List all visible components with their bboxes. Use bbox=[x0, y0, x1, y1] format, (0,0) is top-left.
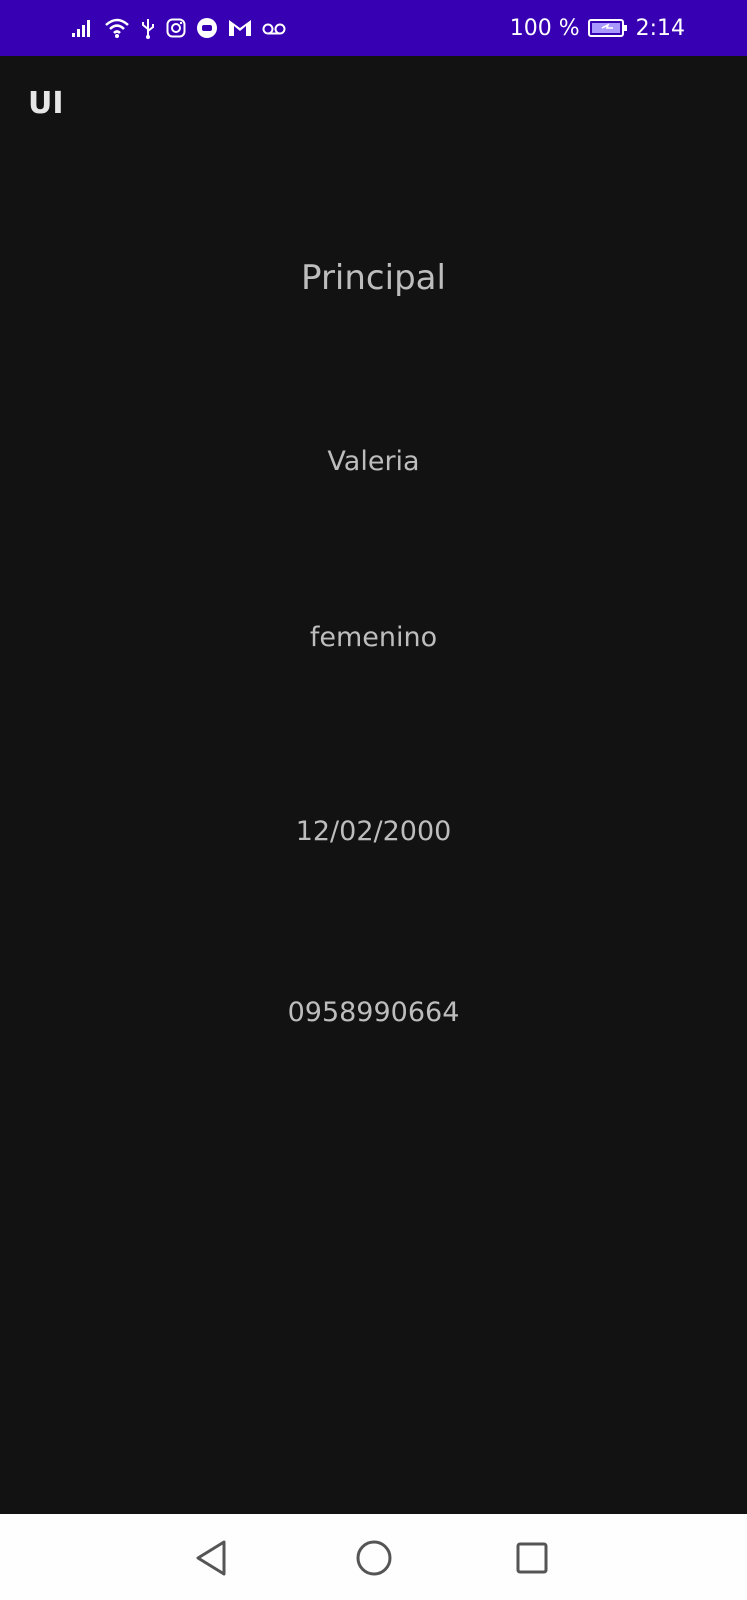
home-button[interactable] bbox=[352, 1536, 396, 1580]
recent-apps-icon bbox=[516, 1542, 548, 1574]
battery-icon bbox=[587, 18, 628, 38]
gender-text: femenino bbox=[309, 622, 438, 653]
instagram-icon bbox=[166, 18, 186, 38]
status-bar: 100 % 2:14 bbox=[0, 0, 747, 56]
screen: 100 % 2:14 UI Principal Valeria femenino… bbox=[0, 0, 747, 1600]
navigation-bar bbox=[0, 1514, 747, 1600]
wifi-icon bbox=[104, 17, 130, 39]
status-icons-left bbox=[72, 14, 286, 42]
app-title: UI bbox=[28, 86, 64, 121]
name-text: Valeria bbox=[327, 446, 420, 477]
voicemail-icon bbox=[262, 21, 286, 35]
usb-icon bbox=[140, 17, 156, 39]
recent-apps-button[interactable] bbox=[510, 1536, 554, 1580]
phone-text: 0958990664 bbox=[287, 997, 460, 1028]
birthdate-text: 12/02/2000 bbox=[295, 816, 452, 847]
status-icons-right: 100 % 2:14 bbox=[510, 14, 685, 42]
status-time: 2:14 bbox=[635, 15, 685, 41]
messenger-icon bbox=[196, 17, 218, 39]
home-icon bbox=[356, 1540, 392, 1576]
gmail-icon bbox=[228, 18, 252, 38]
battery-percent: 100 % bbox=[509, 15, 580, 41]
page-heading: Principal bbox=[301, 258, 446, 298]
back-icon bbox=[196, 1540, 226, 1576]
back-button[interactable] bbox=[190, 1536, 234, 1580]
signal-icon bbox=[72, 18, 94, 38]
